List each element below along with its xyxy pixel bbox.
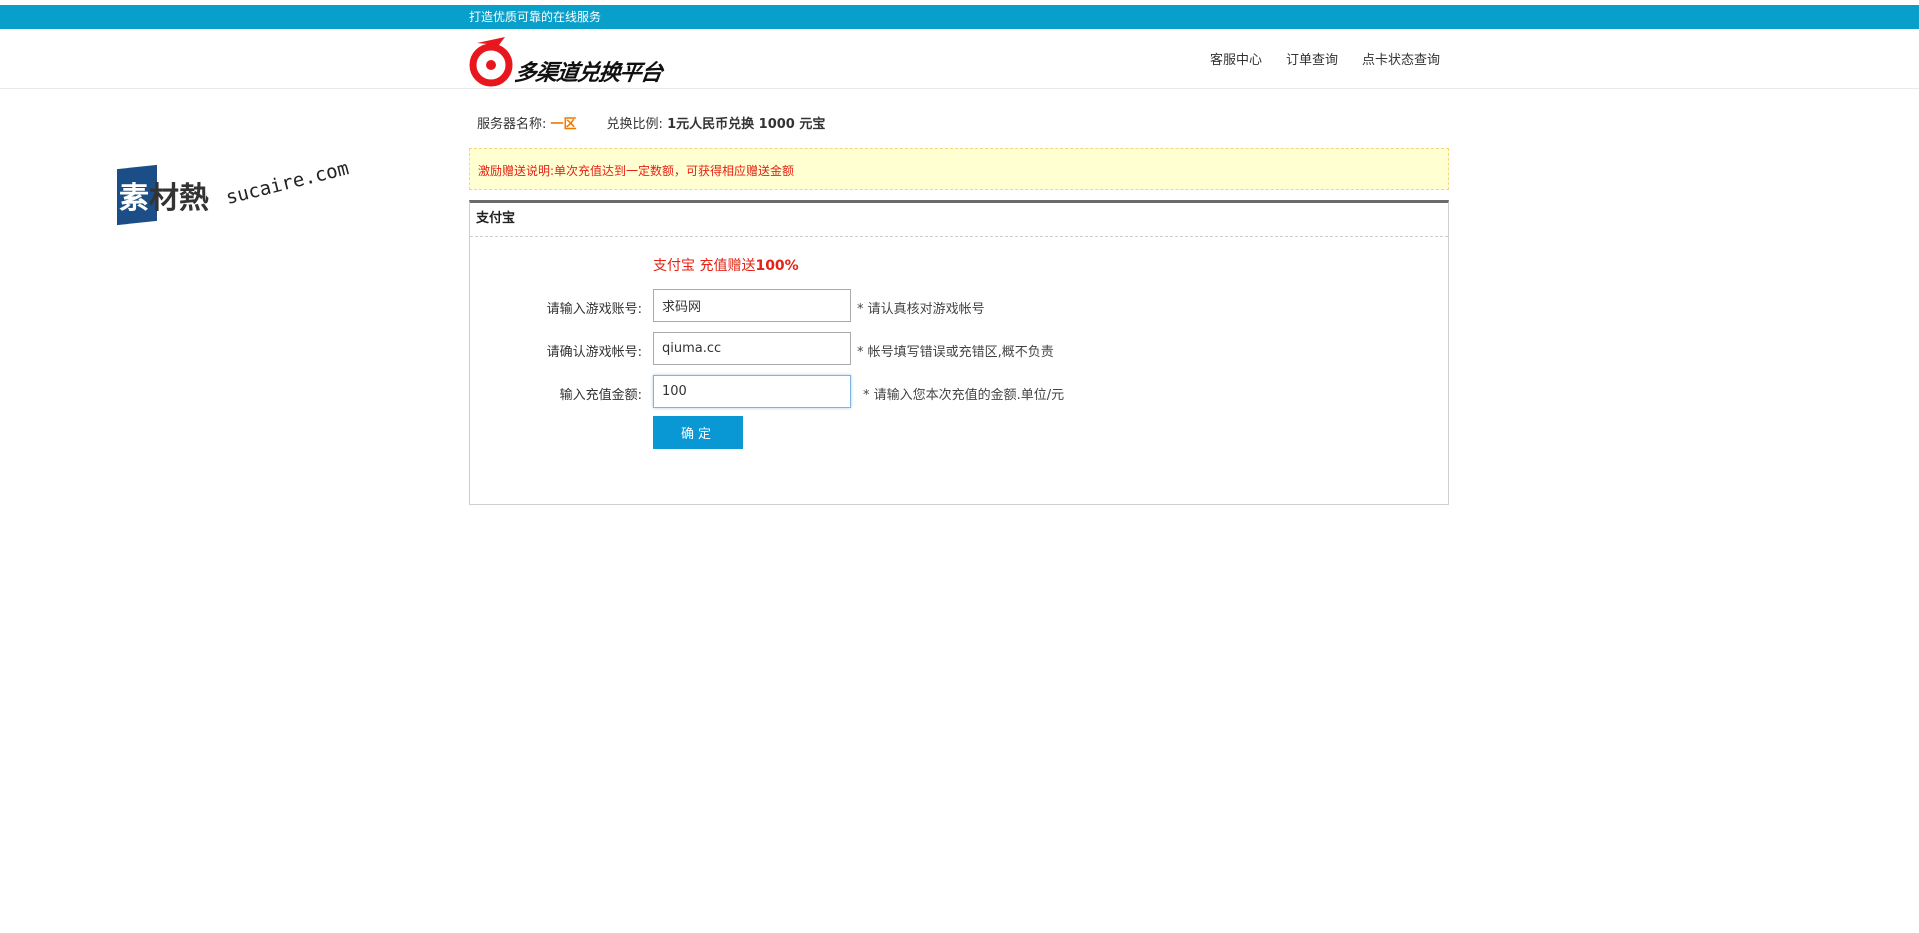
payment-panel: 支付宝 支付宝 充值赠送100% 请输入游戏账号: * 请认真核对游戏帐号 请确… bbox=[469, 200, 1449, 505]
header: 多渠道兑换平台 客服中心 订单查询 点卡状态查询 bbox=[0, 29, 1919, 89]
nav-order-query[interactable]: 订单查询 bbox=[1286, 49, 1338, 68]
amount-hint: * 请输入您本次充值的金额.单位/元 bbox=[863, 388, 1065, 403]
server-value: 一区 bbox=[550, 117, 577, 132]
promo-text: 支付宝 充值赠送100% bbox=[653, 255, 799, 275]
top-bar: 打造优质可靠的在线服务 bbox=[0, 5, 1919, 29]
bonus-notice: 激励赠送说明:单次充值达到一定数额，可获得相应赠送金额 bbox=[469, 148, 1449, 190]
amount-input[interactable] bbox=[653, 375, 851, 408]
server-name: 服务器名称: 一区 bbox=[477, 113, 577, 132]
logo[interactable]: 多渠道兑换平台 bbox=[469, 33, 679, 87]
ratio-label: 兑换比例: bbox=[606, 117, 663, 132]
confirm-account-label: 请确认游戏帐号: bbox=[546, 345, 642, 360]
promo-value: 100% bbox=[755, 258, 799, 274]
nav-card-status-query[interactable]: 点卡状态查询 bbox=[1362, 49, 1440, 68]
promo-prefix: 支付宝 充值赠送 bbox=[653, 258, 756, 274]
amount-row: 输入充值金额: * 请输入您本次充值的金额.单位/元 bbox=[470, 375, 1450, 408]
account-input[interactable] bbox=[653, 289, 851, 322]
submit-button[interactable]: 确定 bbox=[653, 416, 743, 449]
amount-label: 输入充值金额: bbox=[559, 388, 642, 403]
confirm-account-row: 请确认游戏帐号: * 帐号填写错误或充错区,概不负责 bbox=[470, 332, 1450, 365]
confirm-account-input[interactable] bbox=[653, 332, 851, 365]
server-info: 服务器名称: 一区 兑换比例: 1元人民币兑换 1000 元宝 bbox=[477, 113, 825, 132]
watermark-cn: 素材熱 bbox=[119, 173, 209, 217]
logo-text: 多渠道兑换平台 bbox=[512, 61, 664, 86]
server-label: 服务器名称: bbox=[477, 117, 547, 132]
exchange-ratio: 兑换比例: 1元人民币兑换 1000 元宝 bbox=[607, 113, 826, 132]
logo-mark-icon bbox=[469, 37, 513, 87]
confirm-account-hint: * 帐号填写错误或充错区,概不负责 bbox=[857, 345, 1054, 360]
main-nav: 客服中心 订单查询 点卡状态查询 bbox=[1210, 49, 1440, 68]
watermark-cn-rest: 材熱 bbox=[149, 181, 209, 216]
nav-customer-service[interactable]: 客服中心 bbox=[1210, 49, 1262, 68]
ratio-value: 1元人民币兑换 1000 元宝 bbox=[667, 117, 826, 132]
watermark-en: sucaire.com bbox=[223, 157, 352, 209]
watermark-logo: 素材熱 sucaire.com bbox=[117, 157, 367, 235]
top-slogan: 打造优质可靠的在线服务 bbox=[469, 10, 602, 24]
watermark-cn-first: 素 bbox=[119, 181, 149, 216]
account-hint: * 请认真核对游戏帐号 bbox=[857, 302, 985, 317]
account-label: 请输入游戏账号: bbox=[546, 302, 642, 317]
panel-title: 支付宝 bbox=[470, 203, 1448, 237]
account-row: 请输入游戏账号: * 请认真核对游戏帐号 bbox=[470, 289, 1450, 322]
